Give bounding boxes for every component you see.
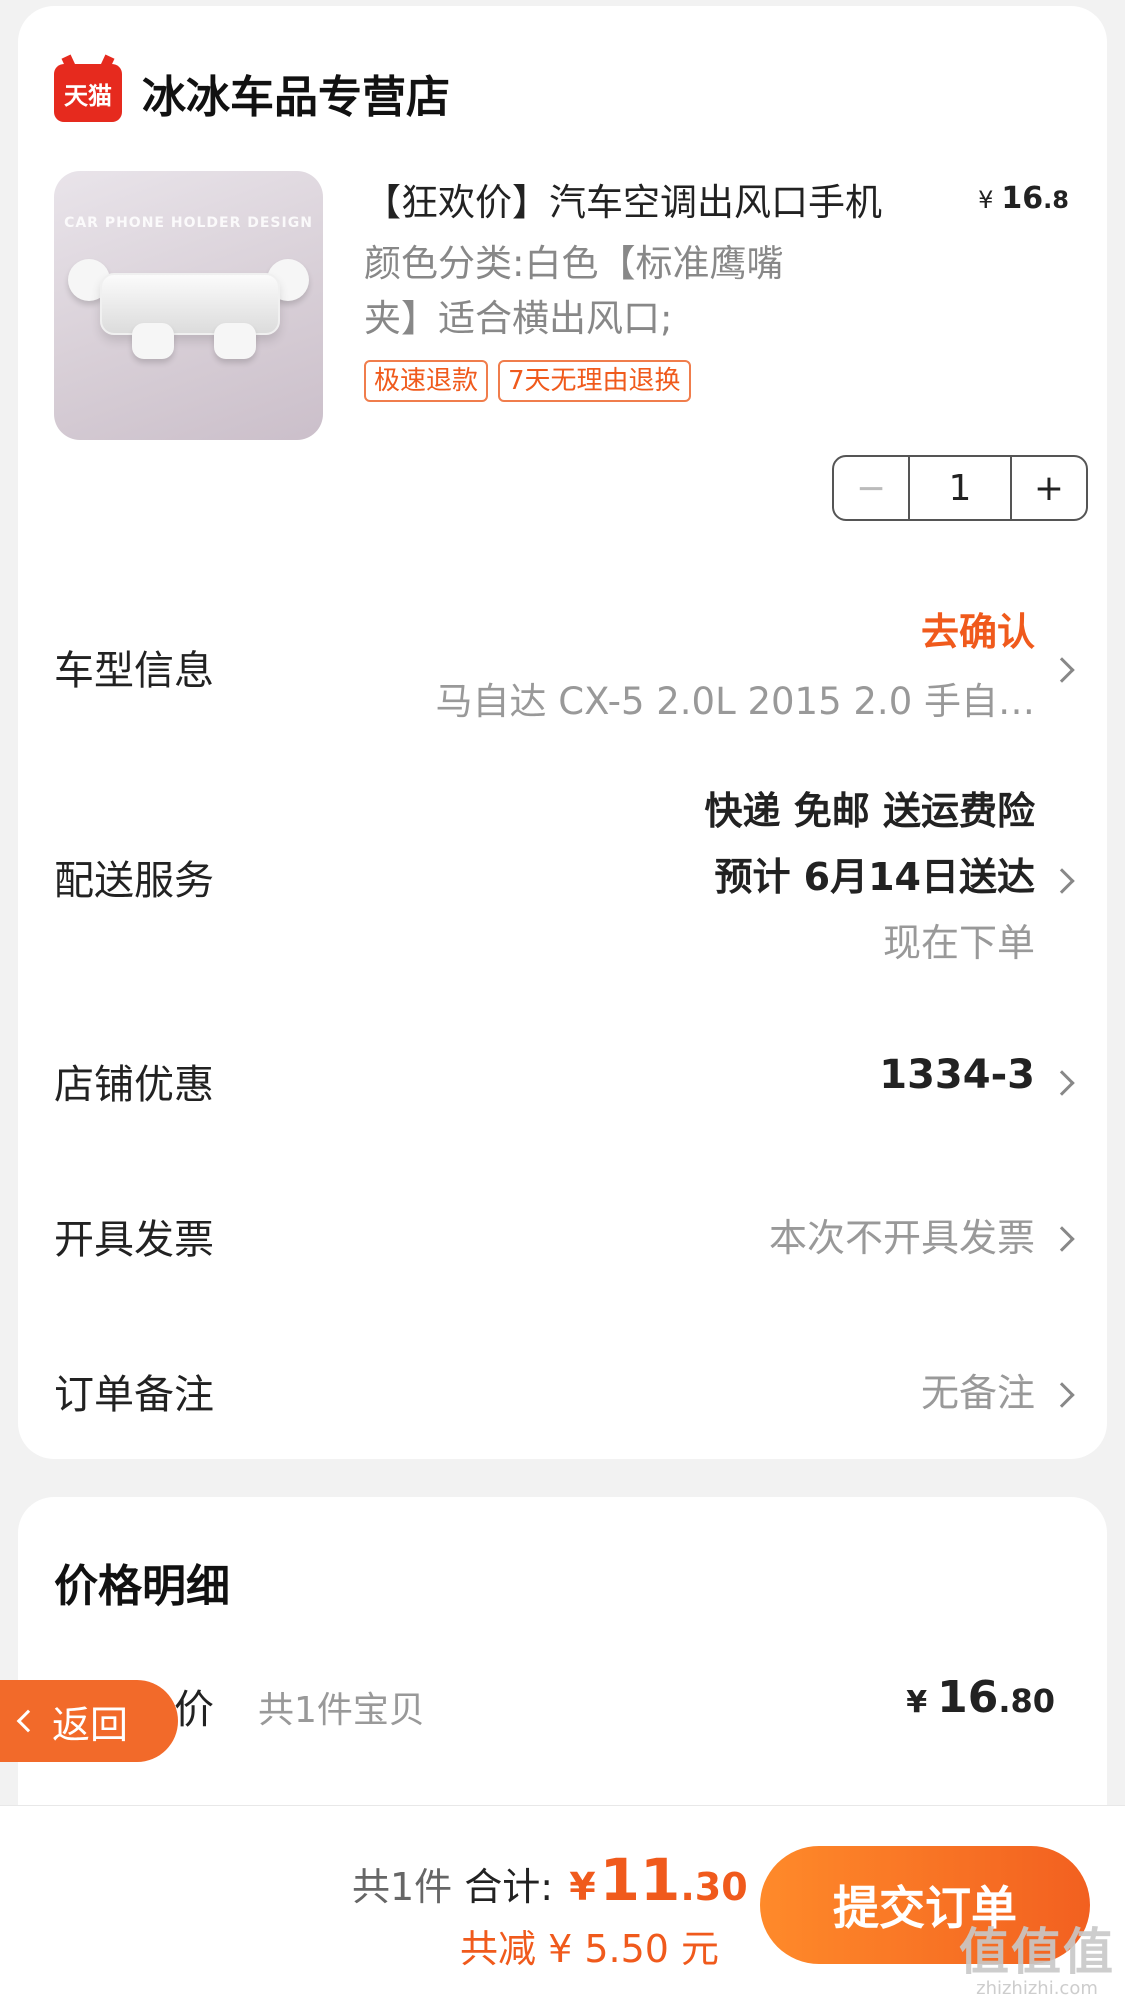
delivery-order-now: 现在下单: [882, 921, 1035, 965]
service-tags: 极速退款 7天无理由退换: [364, 360, 691, 402]
phone-mount-left-foot: [132, 323, 174, 359]
invoice-label: 开具发票: [54, 1217, 214, 1263]
total-savings: 共减 ¥ 5.50 元: [460, 1927, 720, 1971]
order-note-label: 订单备注: [54, 1372, 214, 1418]
item-count: 共1件: [352, 1865, 453, 1909]
product-image[interactable]: CAR PHONE HOLDER DESIGN: [54, 171, 323, 440]
store-name[interactable]: 冰冰车品专营店: [142, 61, 450, 125]
order-summary: 共1件 合计: ¥11.30: [352, 1846, 748, 1914]
product-spec-line-1: 颜色分类:白色【标准鹰嘴: [364, 242, 784, 285]
price-detail-title: 价格明细: [54, 1561, 230, 1612]
quantity-value[interactable]: 1: [910, 457, 1010, 519]
total-dec: .30: [680, 1865, 748, 1909]
watermark-url: zhizhizhi.com: [976, 1978, 1098, 1999]
increase-quantity-button[interactable]: +: [1010, 457, 1086, 519]
product-price: ¥16.8: [978, 181, 1069, 216]
watermark: 值值值 zhizhizhi.com: [959, 1912, 1115, 1999]
tmall-logo-text: 天猫: [64, 81, 112, 110]
total-int: 11: [599, 1846, 681, 1914]
back-button-label: 返回: [52, 1702, 129, 1747]
product-title[interactable]: 【狂欢价】汽车空调出风口手机: [364, 172, 964, 226]
store-coupon-value: 1334-3: [879, 1052, 1035, 1098]
product-spec[interactable]: 颜色分类:白色【标准鹰嘴 夹】适合横出风口;: [364, 236, 864, 346]
chevron-right-icon: [1049, 868, 1075, 894]
car-info-label: 车型信息: [54, 648, 214, 694]
product-image-tagline: CAR PHONE HOLDER DESIGN: [64, 215, 313, 231]
order-card: 天猫 冰冰车品专营店 CAR PHONE HOLDER DESIGN 【狂欢价】…: [18, 6, 1107, 1459]
car-info-value: 马自达 CX-5 2.0L 2015 2.0 手自…: [435, 680, 1036, 723]
chevron-right-icon: [1049, 1226, 1075, 1252]
checkout-bar: 共1件 合计: ¥11.30 共减 ¥ 5.50 元 提交订单: [0, 1805, 1125, 2000]
watermark-logo: 值值值: [959, 1923, 1115, 1981]
delivery-estimate: 预计 6月14日送达: [714, 855, 1035, 899]
product-spec-line-2: 夹】适合横出风口;: [364, 297, 673, 340]
goods-total-price: ¥16.80: [906, 1672, 1055, 1723]
goods-total-int: 16: [937, 1672, 999, 1723]
goods-count: 共1件宝贝: [258, 1690, 425, 1731]
invoice-value: 本次不开具发票: [768, 1216, 1035, 1260]
goods-total-dec: .80: [998, 1682, 1055, 1720]
back-button[interactable]: 返回: [0, 1680, 178, 1762]
chevron-right-icon: [1049, 1070, 1075, 1096]
order-note-value: 无备注: [920, 1371, 1035, 1415]
decrease-quantity-button[interactable]: −: [834, 457, 910, 519]
tmall-logo-icon: 天猫: [54, 64, 122, 122]
store-coupon-label: 店铺优惠: [54, 1062, 214, 1108]
goods-total-symbol: ¥: [906, 1685, 928, 1720]
product-price-int: 16: [1001, 181, 1044, 216]
delivery-method: 快递 免邮 送运费险: [704, 789, 1035, 833]
quantity-stepper: − 1 +: [832, 455, 1088, 521]
delivery-label: 配送服务: [54, 858, 214, 904]
chevron-right-icon: [1049, 1382, 1075, 1408]
tag-fast-refund: 极速退款: [364, 360, 489, 402]
tag-7day-return: 7天无理由退换: [498, 360, 691, 402]
car-info-confirm-link[interactable]: 去确认: [921, 601, 1035, 656]
total-label: 合计:: [464, 1865, 554, 1909]
phone-mount-body: [100, 273, 280, 335]
chevron-right-icon: [1049, 657, 1075, 683]
product-price-symbol: ¥: [978, 186, 994, 214]
product-price-dec: .8: [1043, 186, 1069, 214]
store-header[interactable]: 天猫 冰冰车品专营店: [54, 58, 450, 128]
phone-mount-right-foot: [214, 323, 256, 359]
total-price: ¥11.30: [565, 1846, 748, 1914]
chevron-left-icon: [16, 1709, 40, 1733]
total-symbol: ¥: [569, 1865, 596, 1909]
